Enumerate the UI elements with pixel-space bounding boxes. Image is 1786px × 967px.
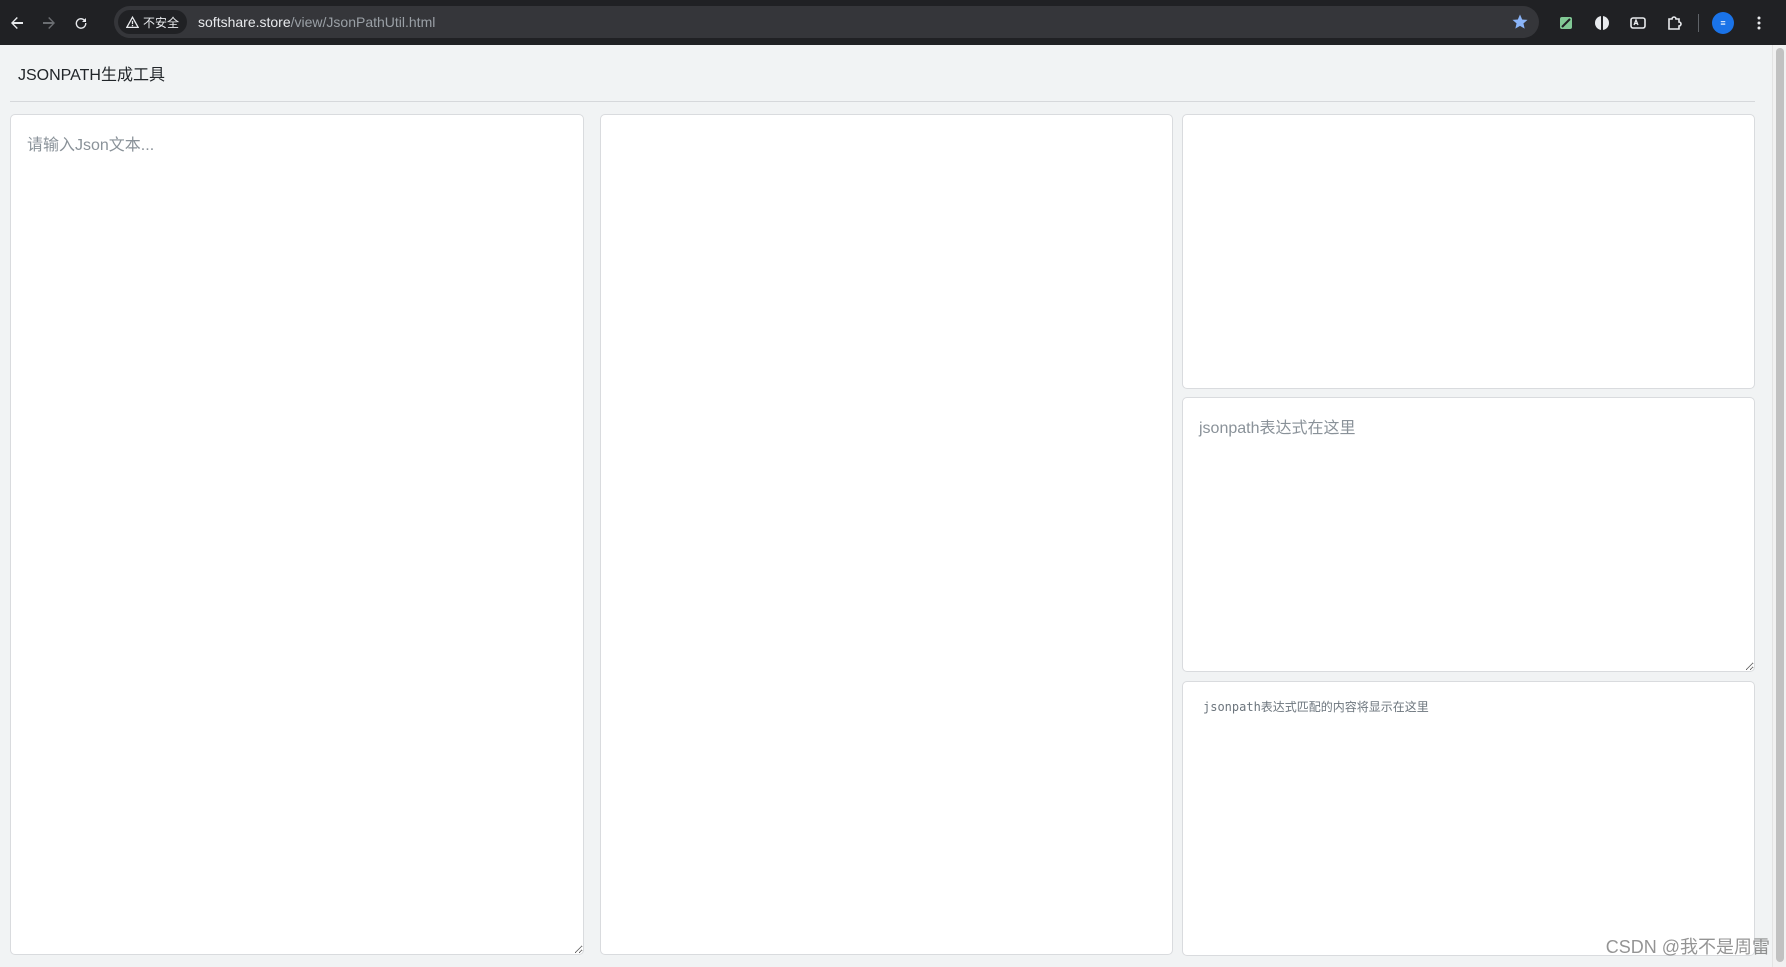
extensions-menu-button[interactable] (1656, 0, 1692, 45)
leaf-extension-icon (1560, 16, 1572, 29)
profile-button[interactable]: ≡ (1705, 0, 1741, 45)
url-host: softshare.store (198, 14, 291, 30)
url-text: softshare.store/view/JsonPathUtil.html (198, 14, 435, 30)
star-icon[interactable] (1511, 13, 1529, 31)
page-title: JSONPATH生成工具 (18, 67, 165, 84)
reload-icon (75, 17, 87, 29)
reload-button[interactable] (66, 8, 96, 38)
security-label: 不安全 (143, 15, 180, 30)
page-content: JSONPATH生成工具 jsonpath表达式匹配的内容将显示在这里 (0, 45, 1772, 967)
forward-button[interactable] (34, 8, 64, 38)
watermark: CSDN @我不是周雷 (1605, 937, 1770, 957)
warning-icon (126, 15, 139, 28)
forward-icon (43, 16, 55, 29)
toolbar-separator (1698, 13, 1699, 32)
circle-extension-icon (1595, 15, 1609, 30)
header-divider (10, 101, 1755, 102)
jsonpath-result-panel: jsonpath表达式匹配的内容将显示在这里 (1182, 681, 1755, 956)
json-tree-panel[interactable] (600, 114, 1173, 955)
page-scrollbar[interactable] (1772, 45, 1786, 967)
json-input-textarea[interactable] (10, 114, 584, 955)
back-icon (11, 16, 23, 29)
puzzle-icon (1668, 15, 1682, 30)
url-path: /view/JsonPathUtil.html (290, 14, 436, 30)
more-icon (1757, 16, 1761, 29)
back-button[interactable] (2, 8, 32, 38)
result-placeholder: jsonpath表达式匹配的内容将显示在这里 (1203, 700, 1429, 714)
extensions-area: ≡ (1548, 0, 1777, 45)
security-chip[interactable]: 不安全 (118, 10, 188, 34)
translate-extension-icon (1630, 16, 1646, 29)
address-bar[interactable]: 不安全 softshare.store/view/JsonPathUtil.ht… (114, 6, 1539, 38)
extension-button-2[interactable] (1584, 0, 1620, 45)
extension-button-1[interactable] (1548, 0, 1584, 45)
avatar: ≡ (1712, 11, 1734, 34)
browser-menu-button[interactable] (1741, 0, 1777, 45)
top-right-panel[interactable] (1182, 114, 1755, 389)
jsonpath-expression-textarea[interactable] (1182, 397, 1755, 672)
extension-button-3[interactable] (1620, 0, 1656, 45)
browser-toolbar: 不安全 softshare.store/view/JsonPathUtil.ht… (0, 0, 1786, 45)
scrollbar-thumb[interactable] (1776, 48, 1784, 962)
